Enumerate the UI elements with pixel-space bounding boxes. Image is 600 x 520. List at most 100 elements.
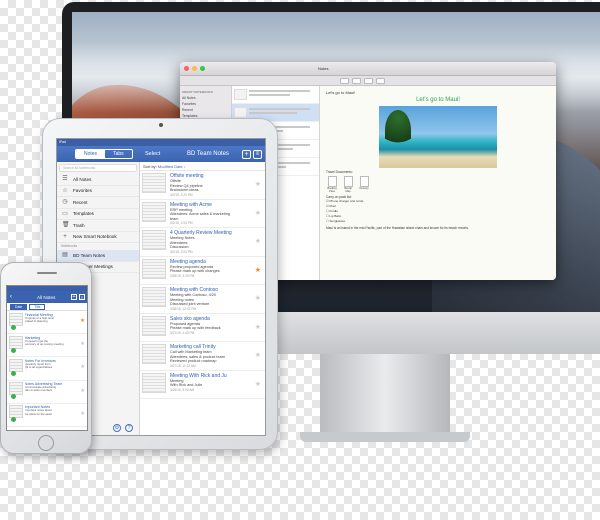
back-icon[interactable]: ‹ xyxy=(10,294,12,300)
sidebar-item-all-notes[interactable]: ☰ All Notes xyxy=(57,174,139,186)
star-icon[interactable]: ★ xyxy=(255,323,261,331)
star-icon[interactable]: ★ xyxy=(255,209,261,217)
sidebar-item-new-smart-notebook[interactable]: + New Smart Notebook xyxy=(57,232,139,243)
note-thumbnail xyxy=(8,312,23,330)
minimize-icon[interactable] xyxy=(192,66,197,71)
note-text: Meeting with Contoso Meeting with Contoso… xyxy=(170,287,263,311)
attachment[interactable]: Rental Map xyxy=(342,176,354,193)
note-preview: plan to team members xyxy=(24,388,53,393)
device-showcase: Notes SMART NOTEBOOKS All Notes Favorite… xyxy=(0,0,600,520)
window-title: Notes xyxy=(318,66,329,71)
note-row[interactable]: Meeting with Acme ERP meeting Attendees: A… xyxy=(140,200,265,228)
star-icon[interactable]: ★ xyxy=(255,180,261,188)
note-thumbnail xyxy=(8,335,23,353)
note-row[interactable]: Marketing call Trinity Call with Marketin… xyxy=(140,342,265,371)
note-thumbnail xyxy=(142,258,166,279)
note-text: Meeting With Rick and Ju Meeting With Rick… xyxy=(170,373,263,397)
note-text: Meeting with Acme ERP meeting Attendees: A… xyxy=(170,202,263,226)
note-row[interactable]: Marketing Proposal to get the summary of u… xyxy=(7,334,87,358)
segment-title[interactable]: Title xyxy=(29,303,46,310)
note-row[interactable]: Financial Meeting Progress of a high-leve… xyxy=(7,311,87,335)
share-button[interactable] xyxy=(364,77,373,84)
sidebar-item-bd-team-notes[interactable]: ▤ BD Team Notes xyxy=(57,250,139,262)
sidebar-item-trash[interactable]: 🗑 Trash xyxy=(57,220,139,232)
note-text: Offsite meeting Offsite Review Q4 pipeline… xyxy=(170,173,263,197)
note-date: 3/27/15, 11:12 AM xyxy=(170,363,196,368)
note-text: Notes For Investors Quarterly report from… xyxy=(25,359,86,378)
checklist-item[interactable]: ☐ Sunglasses xyxy=(326,219,550,224)
search-input[interactable]: Search all Notebooks xyxy=(59,164,137,172)
note-date: 4/2/15, 1:53 PM xyxy=(170,221,193,225)
trash-icon: 🗑 xyxy=(62,222,70,229)
view-segmented-control: Notes Tabs xyxy=(75,149,133,159)
note-preview: summary of up coming meeting xyxy=(24,341,64,346)
segment-notes[interactable]: Notes xyxy=(76,150,106,158)
list-item[interactable] xyxy=(232,86,319,104)
gear-icon[interactable]: ⚙ xyxy=(113,424,121,432)
note-row[interactable]: Notes Advertising Team Communicate advert… xyxy=(7,381,87,404)
delete-button[interactable] xyxy=(376,77,385,84)
note-row[interactable]: Sales sko agenda Proposed agenda Please ma… xyxy=(140,314,265,342)
document-icon xyxy=(327,176,337,187)
attachment[interactable]: Itinerary xyxy=(358,176,370,193)
star-icon[interactable]: ★ xyxy=(80,411,85,417)
sort-bar[interactable]: Sort by: Modified Date ↓ xyxy=(140,162,265,171)
segment-tabs[interactable]: Tabs xyxy=(105,150,132,158)
iphone-navbar: ‹ All Notes + ≡ xyxy=(7,291,87,303)
note-date: 3/28/15, 3:20 PM xyxy=(170,273,195,278)
mac-titlebar[interactable]: Notes xyxy=(180,62,556,76)
sync-check-icon xyxy=(10,394,16,400)
document-icon xyxy=(359,176,369,187)
note-row[interactable]: Offsite meeting Offsite Review Q4 pipeline… xyxy=(140,171,265,200)
sort-segmented-control: Date Title xyxy=(7,303,87,311)
star-icon[interactable]: ★ xyxy=(255,294,261,302)
help-icon[interactable]: ? xyxy=(125,424,133,432)
note-thumbnail xyxy=(142,287,166,307)
star-icon[interactable]: ★ xyxy=(255,237,261,245)
note-row[interactable]: Meeting agenda Review proposed agenda Plea… xyxy=(140,257,265,285)
sidebar-item-favorites[interactable]: ☆ Favorites xyxy=(57,186,139,197)
note-row[interactable]: Important Notes Important notes about the … xyxy=(7,404,87,427)
close-icon[interactable] xyxy=(184,66,189,71)
star-icon[interactable]: ★ xyxy=(255,380,261,388)
mac-toolbar xyxy=(180,76,556,86)
star-icon[interactable]: ★ xyxy=(80,364,85,370)
sidebar-item-templates[interactable]: ▭ Templates xyxy=(57,209,139,220)
add-note-button[interactable]: + xyxy=(242,149,251,159)
star-icon[interactable]: ★ xyxy=(80,341,85,347)
note-row[interactable]: Meeting With Rick and Ju Meeting With Rick… xyxy=(140,371,265,399)
note-text: Sales sko agenda Proposed agenda Please ma… xyxy=(170,316,263,340)
home-button[interactable] xyxy=(38,435,54,451)
note-text: Financial Meeting Progress of a high-leve… xyxy=(25,313,86,332)
note-thumbnail xyxy=(142,201,166,222)
segment-date[interactable]: Date xyxy=(10,303,28,310)
add-note-button[interactable]: + xyxy=(71,294,77,300)
zoom-icon[interactable] xyxy=(200,66,205,71)
star-icon[interactable]: ★ xyxy=(255,351,261,359)
sync-check-icon xyxy=(10,347,16,353)
attachment[interactable]: Booking Pass xyxy=(326,176,338,193)
menu-icon[interactable]: ≡ xyxy=(79,294,85,300)
page-title: All Notes xyxy=(37,294,56,300)
note-text: Notes Advertising Team Communicate advert… xyxy=(25,382,86,401)
camera-icon xyxy=(159,123,163,127)
note-row[interactable]: Meeting with Contoso Meeting with Contoso… xyxy=(140,285,265,314)
note-row[interactable]: Notes For Investors Quarterly report from… xyxy=(7,357,87,381)
note-row[interactable]: 4 Quarterly Review Meeting Meeting Notes A… xyxy=(140,228,265,257)
select-button[interactable]: Select xyxy=(145,151,160,157)
star-icon[interactable]: ★ xyxy=(80,388,85,394)
recent-icon: ◷ xyxy=(62,199,68,206)
note-text: Marketing Proposal to get the summary of u… xyxy=(25,336,86,355)
speaker xyxy=(37,272,57,274)
palm-tree-icon xyxy=(385,110,411,150)
menu-icon[interactable]: ≡ xyxy=(253,149,262,159)
attachments: Booking Pass Rental Map Itinerary xyxy=(326,176,550,193)
mac-note-editor[interactable]: Let's go to Maui! Let's go to Maui! Trav… xyxy=(320,86,556,280)
note-date: 3/28/15, 12:47 PM xyxy=(170,306,197,311)
format-button[interactable] xyxy=(340,77,349,84)
attach-button[interactable] xyxy=(352,77,361,84)
sidebar-item-recent[interactable]: ◷ Recent xyxy=(57,197,139,209)
star-icon[interactable]: ★ xyxy=(255,266,261,274)
star-icon[interactable]: ★ xyxy=(80,318,85,324)
note-thumbnail xyxy=(8,358,23,376)
